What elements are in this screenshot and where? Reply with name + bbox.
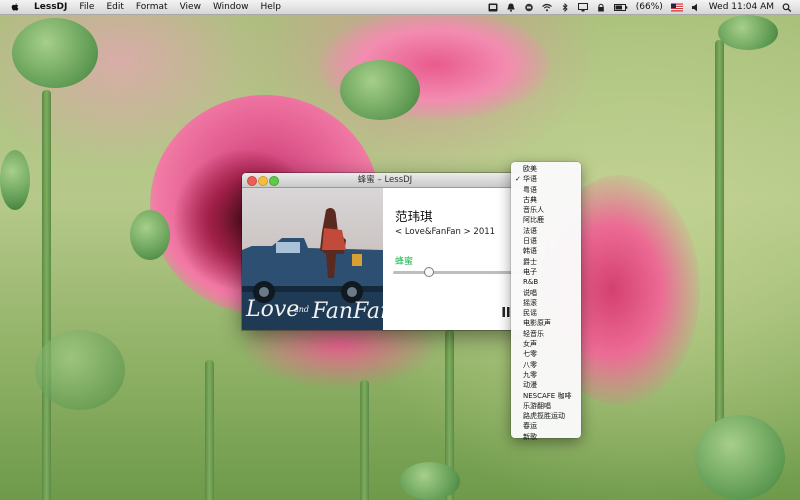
menu-app-lessdj[interactable]: LessDJ [28, 0, 73, 14]
channel-menu-item-label: 轻音乐 [523, 329, 544, 338]
battery-icon[interactable] [613, 3, 628, 12]
window-titlebar[interactable]: 蜂蜜 – LessDJ [242, 173, 528, 188]
channel-menu-item-label: 春运 [523, 422, 537, 431]
menu-bar: LessDJ File Edit Format View Window Help [0, 0, 800, 15]
channel-menu-item[interactable]: 电子 [511, 267, 581, 277]
channel-menu-item[interactable]: 法语 [511, 226, 581, 236]
checkmark-icon: ✓ [515, 175, 521, 184]
status-menu-icon[interactable] [524, 3, 534, 12]
channel-menu-item-label: 七零 [523, 350, 537, 359]
channel-menu-item-label: 八零 [523, 360, 537, 369]
channel-menu-item[interactable]: 七零 [511, 349, 581, 359]
channel-menu-item-label: 法语 [523, 226, 537, 235]
channel-menu-item[interactable]: R&B [511, 277, 581, 287]
menubar-clock[interactable]: Wed 11:04 AM [709, 2, 774, 12]
progress-slider-knob[interactable] [424, 267, 435, 277]
channel-menu-item[interactable]: 粤语 [511, 185, 581, 195]
channel-menu-item-label: 九零 [523, 370, 537, 379]
channel-menu-item[interactable]: 路虎揽胜运动 [511, 411, 581, 421]
channel-menu-item-label: 欧美 [523, 165, 537, 173]
channel-menu-item[interactable]: 阿比鹿 [511, 215, 581, 225]
menu-file[interactable]: File [73, 0, 100, 14]
channel-menu-item[interactable]: 动漫 [511, 380, 581, 390]
channel-menu-item[interactable]: 日语 [511, 236, 581, 246]
channel-menu-item-label: 古典 [523, 195, 537, 204]
channel-menu-item[interactable]: ✓ 华语 [511, 174, 581, 184]
album-cover: Love and FanFan [242, 188, 383, 330]
menu-view[interactable]: View [174, 0, 207, 14]
channel-menu-item[interactable]: 爵士 [511, 257, 581, 267]
player-window: 蜂蜜 – LessDJ Love and FanFa 范玮琪 < Love&Fa… [242, 173, 528, 330]
battery-percent: (66%) [635, 2, 663, 12]
status-area: (66%) Wed 11:04 AM [488, 0, 792, 14]
channel-menu-item-label: 摇滚 [523, 298, 537, 307]
channel-menu-item-label: 女声 [523, 340, 537, 349]
bell-icon[interactable] [506, 3, 516, 12]
zoom-button[interactable] [269, 176, 279, 186]
channel-menu-item-label: 电影原声 [523, 319, 551, 328]
lock-icon[interactable] [596, 3, 606, 12]
channel-menu-item[interactable]: 欧美 [511, 164, 581, 174]
us-flag-icon[interactable] [670, 3, 683, 12]
svg-text:Love: Love [245, 297, 299, 322]
album-cover-art: Love and FanFan [242, 188, 383, 330]
menu-edit[interactable]: Edit [100, 0, 129, 14]
channel-menu-item-label: 新歌 [523, 432, 537, 441]
channel-menu-item[interactable]: 八零 [511, 360, 581, 370]
minimize-button[interactable] [258, 176, 268, 186]
menu-help[interactable]: Help [254, 0, 287, 14]
wifi-icon[interactable] [541, 3, 552, 12]
channel-menu-item-label: 说唱 [523, 288, 537, 297]
channel-menu-item[interactable]: 音乐人 [511, 205, 581, 215]
channel-menu-item-label: 粤语 [523, 185, 537, 194]
album-title: < Love&FanFan > 2011 [395, 227, 496, 237]
channel-menu-item[interactable]: 韩语 [511, 246, 581, 256]
menu-format[interactable]: Format [130, 0, 174, 14]
channel-menu-item-label: NESCAFE 咖啡 [523, 391, 572, 400]
channel-menu-item-label: 电子 [523, 267, 537, 276]
svg-text:FanFan: FanFan [311, 299, 383, 324]
close-button[interactable] [247, 176, 257, 186]
channel-menu-item[interactable]: 民谣 [511, 308, 581, 318]
channel-menu-item-label: 华语 [523, 175, 537, 184]
channel-menu-item-label: 民谣 [523, 309, 537, 318]
channel-menu-item[interactable]: 九零 [511, 370, 581, 380]
channel-menu: 欧美 ✓ 华语 粤语 古典音乐人 阿比鹿 法语日语 韩语 爵士 电子 R&B 说唱 摇滚民谣 电影原声 轻音… [511, 162, 581, 441]
pause-icon[interactable] [502, 307, 510, 317]
bluetooth-icon[interactable] [560, 2, 570, 12]
window-title: 蜂蜜 – LessDJ [357, 175, 413, 185]
channel-menu-item[interactable]: 轻音乐 [511, 329, 581, 339]
progress-slider[interactable] [393, 271, 523, 274]
channel-menu-item-label: 音乐人 [523, 206, 544, 215]
apple-icon[interactable] [10, 2, 20, 12]
channel-menu-item[interactable]: 乐游翻唱 [511, 401, 581, 411]
channel-menu-item[interactable]: NESCAFE 咖啡 [511, 391, 581, 401]
channel-menu-item-label: 路虎揽胜运动 [523, 412, 565, 421]
song-title: 蜂蜜 [395, 257, 414, 267]
spotlight-search-icon[interactable] [782, 2, 792, 12]
channel-menu-item[interactable]: 说唱 [511, 288, 581, 298]
channel-menu-item[interactable]: 春运 [511, 421, 581, 431]
channel-menu-item[interactable]: 古典 [511, 195, 581, 205]
channel-menu-item-label: 阿比鹿 [523, 216, 544, 225]
channel-menu-item-label: 乐游翻唱 [523, 401, 551, 410]
channel-menu-item[interactable]: 女声 [511, 339, 581, 349]
channel-menu-item-label: R&B [523, 278, 539, 287]
svg-text:and: and [294, 305, 309, 314]
channel-menu-item[interactable]: 新歌 [511, 432, 581, 442]
channel-menu-item[interactable]: 摇滚 [511, 298, 581, 308]
channel-menu-item[interactable]: 电影原声 [511, 318, 581, 328]
channel-menu-item-label: 日语 [523, 237, 537, 246]
menu-window[interactable]: Window [207, 0, 255, 14]
track-info-panel: 范玮琪 < Love&FanFan > 2011 蜂蜜 [383, 188, 528, 330]
volume-icon[interactable] [691, 3, 701, 12]
display-icon[interactable] [577, 2, 588, 12]
channel-menu-item-label: 动漫 [523, 381, 537, 390]
channel-menu-item-label: 韩语 [523, 247, 537, 256]
lessdj-status-icon[interactable] [488, 3, 498, 12]
artist-name: 范玮琪 [395, 209, 433, 224]
channel-menu-item-label: 爵士 [523, 257, 537, 266]
